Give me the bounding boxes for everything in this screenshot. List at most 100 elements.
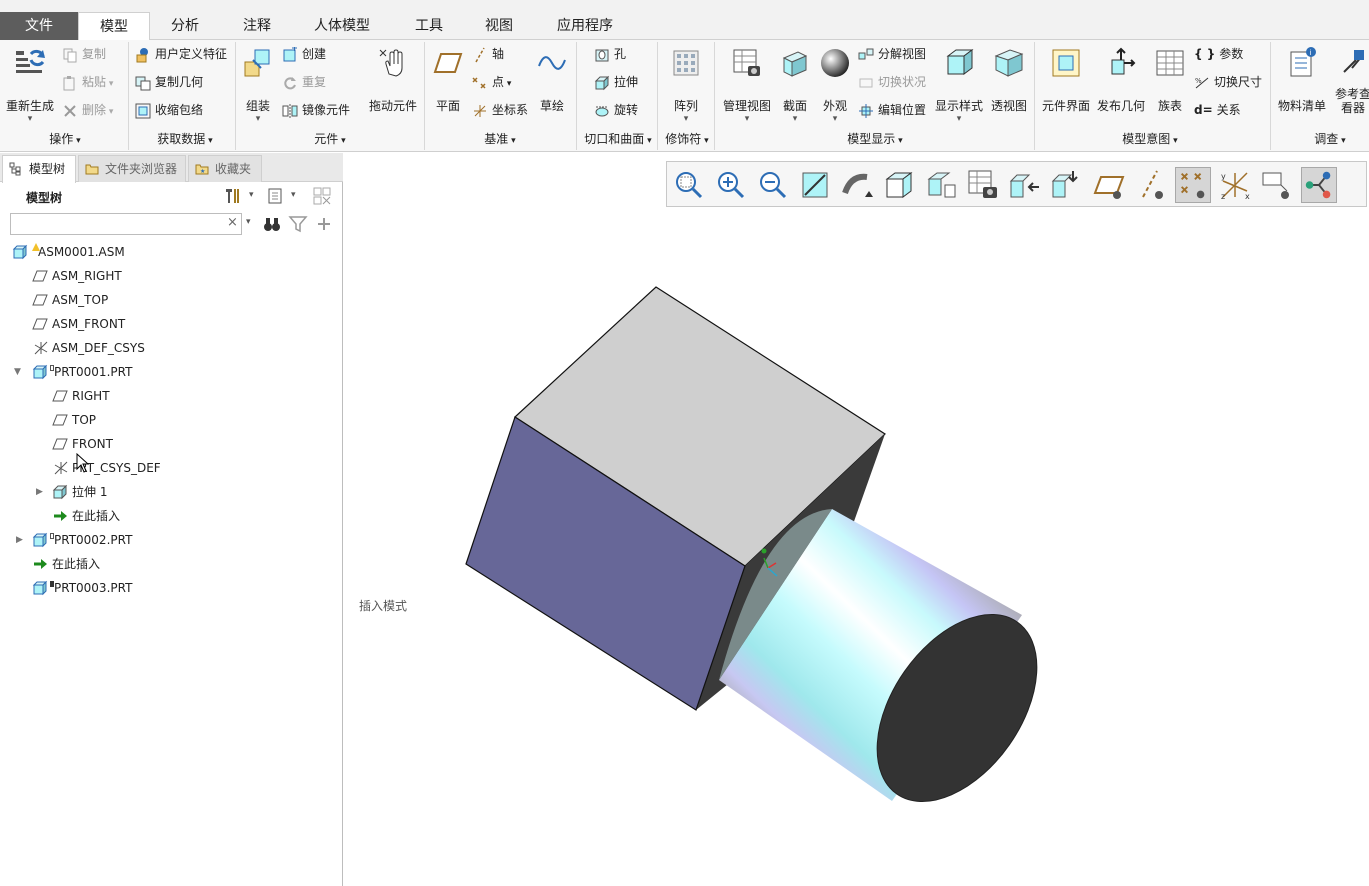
perspective-button[interactable]: 透视图: [986, 44, 1032, 124]
parameters-button[interactable]: { } 参数: [1194, 43, 1243, 65]
group-investigate[interactable]: 调查: [1300, 130, 1360, 148]
group-cut-surface[interactable]: 切口和曲面: [578, 130, 658, 148]
tree-node-front[interactable]: FRONT: [52, 433, 113, 455]
tree-node-prt0001[interactable]: PRT0001.PRT: [32, 361, 132, 383]
tree-node-label: 拉伸 1: [72, 485, 108, 499]
explode-view-button[interactable]: 分解视图: [858, 43, 926, 65]
tab-analysis[interactable]: 分析: [154, 12, 216, 40]
shrinkwrap-button[interactable]: 收缩包络: [135, 99, 203, 121]
relations-button[interactable]: d= 关系: [1194, 99, 1241, 121]
copy-button[interactable]: 复制: [62, 43, 106, 65]
toggle-status-button[interactable]: 切换状况: [858, 71, 926, 93]
sketch-button[interactable]: 草绘: [524, 44, 580, 124]
title-strip: [0, 0, 1369, 12]
regenerate-button[interactable]: 重新生成 ▾: [2, 44, 58, 124]
repeat-button[interactable]: 重复: [282, 71, 326, 93]
separator: [1270, 42, 1271, 150]
tree-node-asm-front[interactable]: ASM_FRONT: [32, 313, 125, 335]
tab-applications[interactable]: 应用程序: [544, 12, 626, 40]
switch-dimensions-button[interactable]: % 切换尺寸: [1194, 71, 1262, 93]
delete-icon: [64, 104, 76, 117]
reference-viewer-button[interactable]: 参考查看器: [1330, 44, 1369, 124]
mirror-component-button[interactable]: 镜像元件: [282, 99, 350, 121]
display-style-button[interactable]: 显示样式 ▾: [932, 44, 986, 124]
tab-model-tree[interactable]: 模型树: [2, 155, 76, 183]
copy-geometry-button[interactable]: 复制几何: [135, 71, 203, 93]
clear-search-icon[interactable]: ×: [227, 215, 238, 230]
group-model-display[interactable]: 模型显示: [820, 130, 930, 148]
display-style-icon: [946, 49, 974, 75]
tree-node-asm-def-csys[interactable]: ASM_DEF_CSYS: [32, 337, 145, 359]
extrude-label: 拉伸: [614, 75, 639, 89]
filter-icon[interactable]: [288, 214, 308, 234]
tree-node-asm-right[interactable]: ASM_RIGHT: [32, 265, 122, 287]
tree-node-extrude-1[interactable]: 拉伸 1: [52, 481, 107, 503]
tree-settings-icon[interactable]: [222, 186, 242, 206]
axis-button[interactable]: 轴: [472, 43, 504, 65]
expand-arrow-icon[interactable]: ▶: [16, 535, 23, 545]
tab-tools[interactable]: 工具: [398, 12, 460, 40]
pattern-button[interactable]: 阵列 ▾: [658, 44, 714, 124]
graphics-window[interactable]: yzx 插入模式: [344, 153, 1369, 886]
expand-arrow-icon[interactable]: ▶: [36, 487, 43, 497]
tree-node-prt-csys-def[interactable]: PRT_CSYS_DEF: [52, 457, 161, 479]
chevron-down-icon[interactable]: ▾: [249, 190, 254, 200]
tab-model[interactable]: 模型: [78, 12, 150, 41]
user-defined-feature-button[interactable]: 用户定义特征: [135, 43, 227, 65]
tree-node-insert-here[interactable]: 在此插入: [32, 553, 100, 575]
assembly-model-viewport: [465, 286, 1038, 803]
tree-node-prt0002[interactable]: PRT0002.PRT: [32, 529, 132, 551]
drag-components-button[interactable]: 拖动元件: [365, 44, 421, 124]
tab-favorites[interactable]: ★ 收藏夹: [188, 155, 262, 182]
paste-button[interactable]: 粘贴 ▾: [62, 71, 113, 93]
group-get-data[interactable]: 获取数据: [140, 130, 230, 148]
extrude-button[interactable]: 拉伸: [594, 71, 638, 93]
assemble-label: 组装: [245, 99, 270, 113]
tree-node-label: TOP: [72, 413, 97, 427]
chevron-down-icon[interactable]: ▾: [246, 217, 251, 227]
family-table-button[interactable]: 族表: [1148, 44, 1192, 124]
tree-node-asm-top[interactable]: ASM_TOP: [32, 289, 108, 311]
hole-button[interactable]: 孔: [594, 43, 626, 65]
plane-button[interactable]: 平面: [420, 44, 476, 124]
group-component[interactable]: 元件: [290, 130, 370, 148]
tree-node-prt0003[interactable]: PRT0003.PRT: [32, 577, 132, 599]
create-component-button[interactable]: 创建: [282, 43, 326, 65]
tree-columns-icon[interactable]: [312, 186, 332, 206]
add-icon[interactable]: [314, 214, 334, 234]
group-operations[interactable]: 操作: [20, 130, 110, 148]
csys-button[interactable]: 坐标系: [472, 99, 528, 121]
tree-node-top[interactable]: TOP: [52, 409, 96, 431]
tab-annotate[interactable]: 注释: [226, 12, 288, 40]
tab-favorites-label: 收藏夹: [215, 162, 252, 176]
tab-view[interactable]: 视图: [468, 12, 530, 40]
point-button[interactable]: 点 ▾: [472, 71, 511, 93]
tab-file[interactable]: 文件: [0, 12, 78, 40]
appearance-button[interactable]: 外观 ▾: [807, 44, 863, 124]
datum-plane-icon: [32, 318, 48, 329]
csys-icon: [54, 461, 68, 474]
group-model-intent[interactable]: 模型意图: [1100, 130, 1200, 148]
tab-manikin[interactable]: 人体模型: [298, 12, 386, 40]
show-options-icon[interactable]: [266, 186, 286, 206]
tree-node-asm0001[interactable]: ASM0001.ASM: [12, 241, 125, 263]
delete-button[interactable]: 删除 ▾: [62, 99, 113, 121]
bill-of-materials-button[interactable]: i 物料清单: [1274, 44, 1330, 124]
tree-node-right[interactable]: RIGHT: [52, 385, 110, 407]
revolve-button[interactable]: 旋转: [594, 99, 638, 121]
component-interface-button[interactable]: 元件界面: [1038, 44, 1094, 124]
group-datum[interactable]: 基准: [470, 130, 530, 148]
mirror-label: 镜像元件: [302, 103, 351, 117]
group-modifiers[interactable]: 修饰符: [660, 130, 714, 148]
tree-search-input[interactable]: [10, 213, 242, 235]
copy-label: 复制: [82, 47, 107, 61]
edit-position-button[interactable]: 编辑位置: [858, 99, 926, 121]
binoculars-icon[interactable]: [262, 214, 282, 234]
tab-model-tree-label: 模型树: [29, 162, 66, 176]
publish-geometry-button[interactable]: 发布几何: [1094, 44, 1148, 124]
tab-folder-browser[interactable]: 文件夹浏览器: [78, 155, 186, 182]
collapse-arrow-icon[interactable]: ▼: [14, 367, 21, 377]
tree-node-insert-here[interactable]: 在此插入: [52, 505, 120, 527]
chevron-down-icon[interactable]: ▾: [291, 190, 296, 200]
assemble-button[interactable]: 组装 ▾: [230, 44, 286, 124]
